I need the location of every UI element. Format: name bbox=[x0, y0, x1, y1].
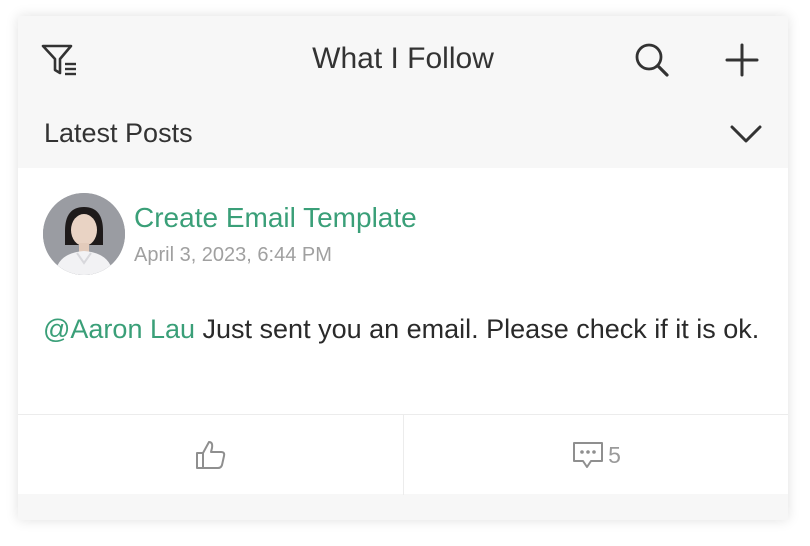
chevron-down-icon bbox=[730, 125, 762, 143]
post-title-link[interactable]: Create Email Template bbox=[134, 202, 417, 234]
post-actions: 5 bbox=[18, 414, 788, 495]
like-button[interactable] bbox=[18, 415, 404, 495]
comment-count: 5 bbox=[608, 441, 621, 468]
add-button[interactable] bbox=[720, 38, 764, 82]
feed-selector-label: Latest Posts bbox=[44, 118, 193, 148]
comment-icon bbox=[573, 442, 604, 468]
post-timestamp: April 3, 2023, 6:44 PM bbox=[134, 244, 332, 266]
top-bar: What I Follow bbox=[18, 16, 788, 104]
plus-icon bbox=[725, 43, 759, 77]
comment-button[interactable]: 5 bbox=[404, 415, 788, 495]
avatar[interactable] bbox=[43, 193, 125, 275]
thumbs-up-icon bbox=[195, 441, 225, 469]
post-card: Create Email Template April 3, 2023, 6:4… bbox=[18, 168, 788, 495]
user-photo bbox=[43, 193, 125, 275]
search-icon bbox=[635, 43, 669, 77]
follow-panel: What I Follow Latest Posts Create Email … bbox=[18, 16, 788, 520]
search-button[interactable] bbox=[630, 38, 674, 82]
post-body: @Aaron Lau Just sent you an email. Pleas… bbox=[43, 308, 773, 351]
mention-link[interactable]: @Aaron Lau bbox=[43, 314, 195, 344]
feed-selector[interactable]: Latest Posts bbox=[18, 112, 788, 164]
post-body-text: Just sent you an email. Please check if … bbox=[195, 314, 760, 344]
